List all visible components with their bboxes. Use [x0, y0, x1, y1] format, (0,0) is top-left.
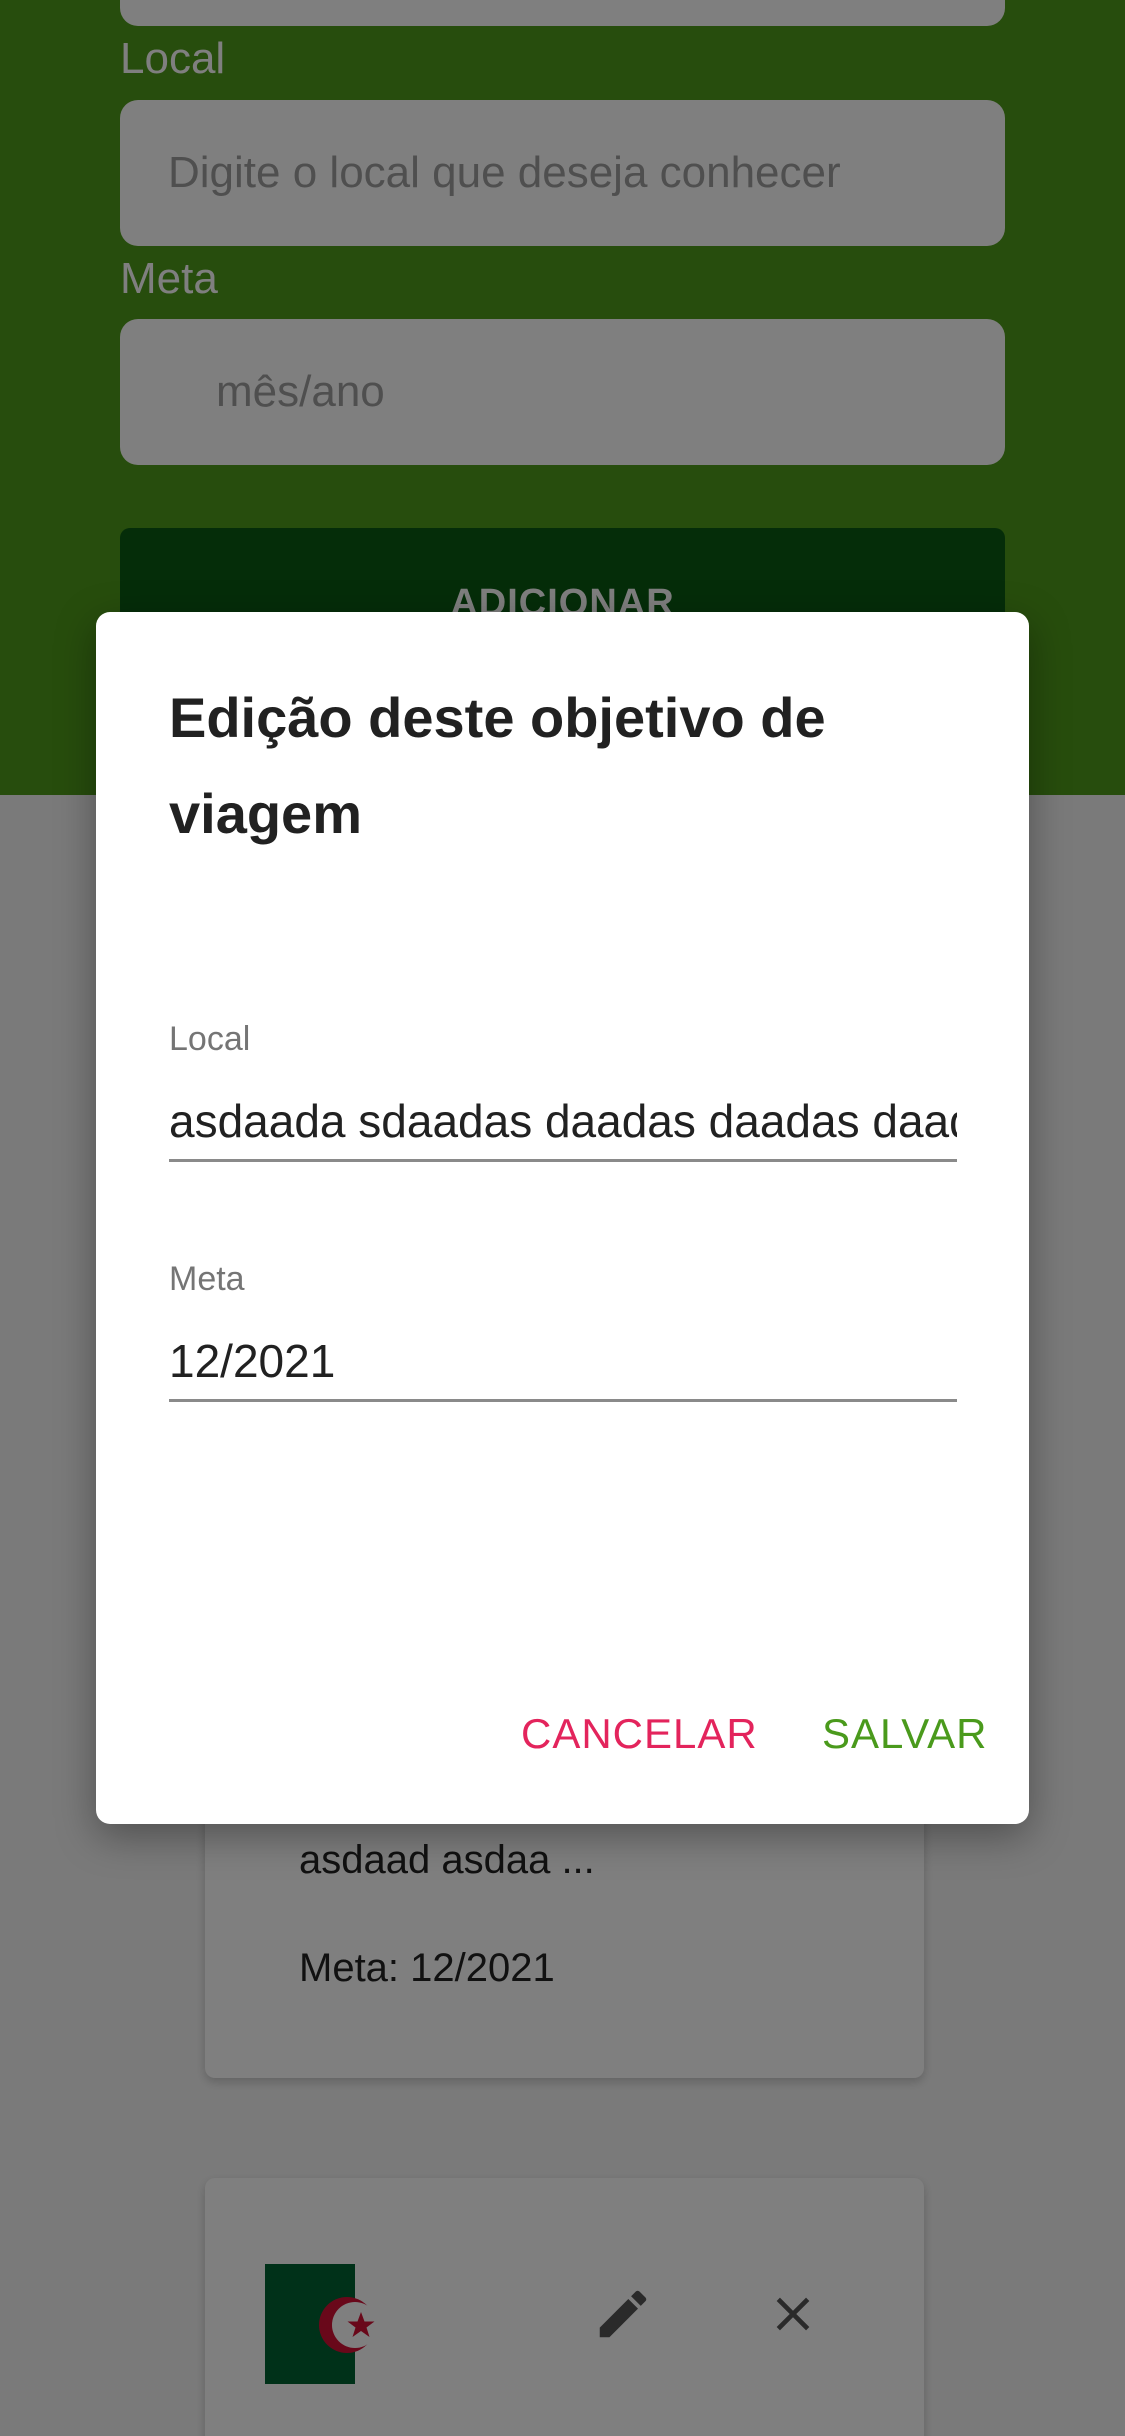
local-field-label: Local	[169, 1020, 251, 1058]
save-button[interactable]: SALVAR	[822, 1710, 988, 1758]
meta-field[interactable]	[169, 1322, 957, 1402]
meta-field-label: Meta	[169, 1260, 245, 1298]
cancel-button[interactable]: CANCELAR	[521, 1710, 758, 1758]
local-field[interactable]	[169, 1082, 957, 1162]
dialog-title: Edição deste objetivo de viagem	[169, 686, 826, 845]
edit-goal-dialog: Edição deste objetivo de viagem Local Me…	[96, 612, 1029, 1824]
travel-goals-screen: Local Meta ADICIONAR asdaad asdaa ... Me…	[0, 0, 1125, 2436]
